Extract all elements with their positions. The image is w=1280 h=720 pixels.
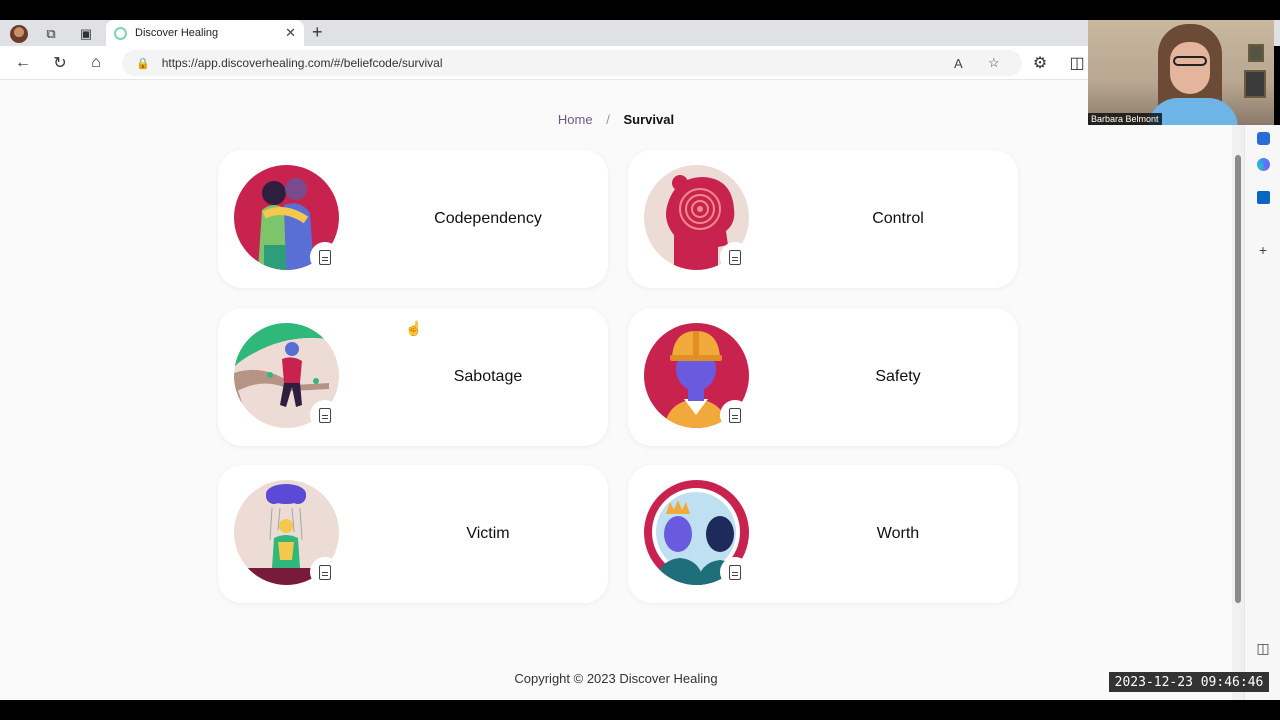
- extensions-icon[interactable]: ⚙: [1029, 52, 1051, 74]
- card-label: Safety: [875, 368, 921, 385]
- outlook-icon[interactable]: [1255, 189, 1271, 205]
- breadcrumb: Home / Survival: [0, 112, 1232, 127]
- tab-discover-healing[interactable]: Discover Healing ✕: [106, 20, 304, 46]
- letterbox-bottom: [0, 700, 1280, 720]
- card-label: Control: [872, 210, 924, 227]
- card-label: Sabotage: [453, 368, 523, 385]
- profile-avatar[interactable]: [8, 23, 30, 45]
- workspaces-icon[interactable]: ⧉: [40, 23, 62, 45]
- card-codependency[interactable]: Codependency: [218, 150, 608, 288]
- address-bar[interactable]: 🔒 https://app.discoverhealing.com/#/beli…: [122, 50, 1022, 76]
- recording-timestamp: 2023-12-23 09:46:46: [1109, 672, 1269, 692]
- screen: ⧉ ▣ Discover Healing ✕ + ← ↻ ⌂ 🔒 https:/…: [0, 0, 1280, 720]
- letterbox-top: [0, 0, 1280, 20]
- document-icon[interactable]: [720, 242, 750, 272]
- hand-cursor-icon: ☝: [405, 320, 423, 336]
- scrollbar-thumb[interactable]: [1235, 155, 1241, 603]
- wall-frame: [1244, 70, 1266, 98]
- presenter-face: [1170, 42, 1210, 94]
- discover-healing-favicon-icon: [114, 26, 127, 40]
- breadcrumb-separator: /: [606, 112, 610, 127]
- document-icon[interactable]: [720, 400, 750, 430]
- lock-icon[interactable]: 🔒: [136, 57, 150, 70]
- card-control[interactable]: Control: [628, 150, 1018, 288]
- tab-title: Discover Healing: [135, 27, 219, 39]
- sidebar-app-icon[interactable]: [1255, 130, 1271, 146]
- document-icon[interactable]: [720, 557, 750, 587]
- close-tab-icon[interactable]: ✕: [285, 25, 296, 41]
- presenter-name: Barbara Belmont: [1088, 113, 1162, 125]
- read-aloud-icon[interactable]: A: [954, 50, 963, 76]
- browser-sidebar: + ◫: [1244, 125, 1280, 700]
- card-label: Victim: [466, 525, 510, 542]
- back-button[interactable]: ←: [12, 52, 34, 74]
- webcam-overlay: Barbara Belmont: [1088, 20, 1274, 125]
- card-safety[interactable]: Safety: [628, 308, 1018, 446]
- card-worth[interactable]: Worth: [628, 465, 1018, 603]
- hide-sidebar-icon[interactable]: ◫: [1255, 640, 1271, 656]
- document-icon[interactable]: [310, 400, 340, 430]
- wall-frame: [1248, 44, 1264, 62]
- url-text[interactable]: https://app.discoverhealing.com/#/belief…: [162, 56, 443, 70]
- new-tab-button[interactable]: +: [312, 22, 323, 43]
- split-screen-icon[interactable]: ◫: [1066, 52, 1088, 74]
- page-scrollbar[interactable]: [1232, 80, 1244, 700]
- favorite-star-icon[interactable]: ☆: [988, 50, 1000, 76]
- home-button[interactable]: ⌂: [85, 52, 107, 74]
- document-icon[interactable]: [310, 242, 340, 272]
- navigation-bar: ← ↻ ⌂ 🔒 https://app.discoverhealing.com/…: [0, 46, 1088, 80]
- refresh-button[interactable]: ↻: [49, 52, 71, 74]
- copilot-icon[interactable]: [1255, 156, 1271, 172]
- breadcrumb-home-link[interactable]: Home: [558, 112, 593, 127]
- document-icon[interactable]: [310, 557, 340, 587]
- tab-actions-icon[interactable]: ▣: [75, 23, 97, 45]
- breadcrumb-current: Survival: [623, 112, 675, 127]
- footer-copyright: Copyright © 2023 Discover Healing: [514, 671, 718, 686]
- card-label: Worth: [876, 525, 920, 542]
- card-victim[interactable]: Victim: [218, 465, 608, 603]
- card-label: Codependency: [434, 210, 542, 227]
- add-sidebar-app-icon[interactable]: +: [1255, 242, 1271, 258]
- presenter-glasses: [1173, 56, 1207, 66]
- page-content: Home / Survival Codependency Control Sab…: [0, 80, 1232, 700]
